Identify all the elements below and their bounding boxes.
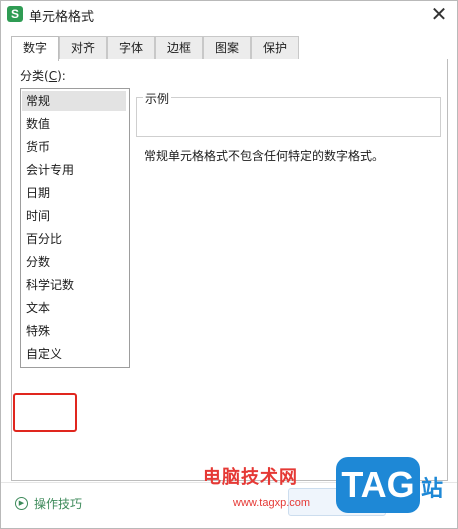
- tab-border[interactable]: 边框: [155, 36, 203, 59]
- tab-alignment[interactable]: 对齐: [59, 36, 107, 59]
- category-item-general[interactable]: 常规: [22, 91, 126, 111]
- tab-bar: 数字 对齐 字体 边框 图案 保护: [11, 36, 447, 61]
- category-item-fraction[interactable]: 分数: [22, 252, 126, 272]
- tab-pattern[interactable]: 图案: [203, 36, 251, 59]
- category-item-accounting[interactable]: 会计专用: [22, 160, 126, 180]
- tab-protection[interactable]: 保护: [251, 36, 299, 59]
- category-item-text[interactable]: 文本: [22, 298, 126, 318]
- tips-label: 操作技巧: [34, 497, 83, 511]
- category-item-scientific[interactable]: 科学记数: [22, 275, 126, 295]
- category-label: 分类(C):: [20, 69, 66, 83]
- sample-box: 示例: [136, 90, 441, 137]
- title-bar: S 单元格格式 ✕: [1, 1, 457, 29]
- number-tab-panel: 分类(C): 常规 数值 货币 会计专用 日期 时间 百分比 分数 科学记数 文…: [11, 59, 448, 481]
- dialog-title: 单元格格式: [29, 10, 95, 25]
- watermark-suffix: 站: [421, 477, 444, 502]
- category-item-time[interactable]: 时间: [22, 206, 126, 226]
- category-item-number[interactable]: 数值: [22, 114, 126, 134]
- custom-highlight-box: [13, 393, 77, 432]
- tips-link[interactable]: ▶ 操作技巧: [15, 495, 82, 512]
- tab-number[interactable]: 数字: [11, 36, 59, 61]
- wps-spreadsheet-icon: S: [7, 6, 23, 22]
- play-circle-icon: ▶: [15, 497, 28, 510]
- category-item-currency[interactable]: 货币: [22, 137, 126, 157]
- category-item-special[interactable]: 特殊: [22, 321, 126, 341]
- watermark-tag-logo: TAG: [336, 457, 420, 513]
- format-cells-dialog: S 单元格格式 ✕ 数字 对齐 字体 边框 图案 保护 分类(C): 常规 数值…: [0, 0, 458, 529]
- category-item-date[interactable]: 日期: [22, 183, 126, 203]
- category-item-custom[interactable]: 自定义: [22, 344, 126, 364]
- sample-title: 示例: [143, 90, 172, 107]
- tab-font[interactable]: 字体: [107, 36, 155, 59]
- format-description: 常规单元格格式不包含任何特定的数字格式。: [144, 149, 385, 163]
- category-item-percentage[interactable]: 百分比: [22, 229, 126, 249]
- close-icon[interactable]: ✕: [427, 3, 451, 25]
- category-list[interactable]: 常规 数值 货币 会计专用 日期 时间 百分比 分数 科学记数 文本 特殊 自定…: [20, 88, 130, 368]
- watermark-title: 电脑技术网: [203, 467, 298, 488]
- watermark-url: www.tagxp.com: [233, 497, 311, 509]
